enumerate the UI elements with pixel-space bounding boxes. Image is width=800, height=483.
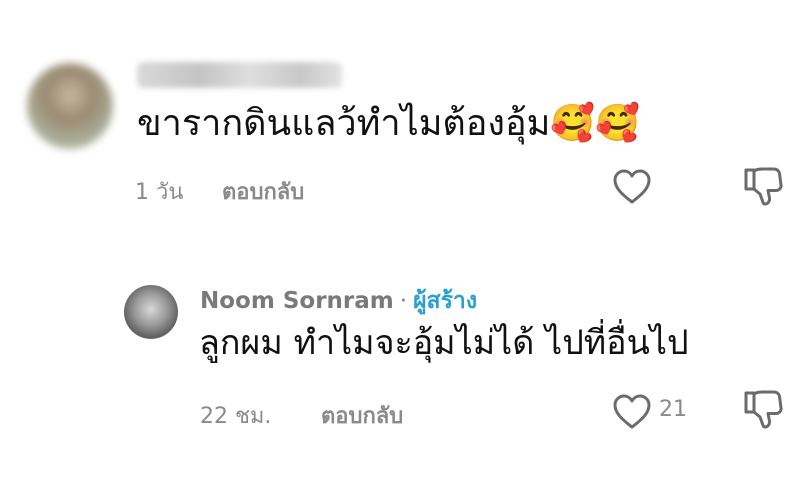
comment-timestamp: 22 ชม. <box>200 404 272 429</box>
author-name[interactable]: Noom Sornram <box>200 288 394 314</box>
comment-timestamp: 1 วัน <box>135 180 184 205</box>
comment-body: ขารากดินแลว้ทำไมต้องอุ้ม🥰🥰 <box>137 102 640 146</box>
thumbs-down-icon <box>744 167 783 206</box>
reply-button[interactable]: ตอบกลับ <box>321 398 403 433</box>
separator: · <box>399 288 408 314</box>
like-button[interactable] <box>612 168 652 206</box>
dislike-button[interactable] <box>743 165 783 207</box>
smiling-face-with-hearts-icon: 🥰🥰 <box>550 103 641 144</box>
reply-button[interactable]: ตอบกลับ <box>222 174 304 209</box>
avatar[interactable] <box>124 285 178 339</box>
creator-badge: ผู้สร้าง <box>413 288 478 314</box>
avatar[interactable] <box>27 63 113 149</box>
like-button[interactable] <box>612 393 652 431</box>
dislike-button[interactable] <box>743 388 783 430</box>
username-blurred <box>137 62 342 88</box>
like-count: 21 <box>659 397 687 422</box>
comment-text: ลูกผม ทำไมจะอุ้มไม่ได้ ไปที่อื่นไป <box>199 323 689 363</box>
thumbs-down-icon <box>744 390 783 429</box>
comment-item: Noom Sornram · ผู้สร้าง ลูกผม ทำไมจะอุ้มไม… <box>0 230 800 483</box>
comment-author-line: Noom Sornram · ผู้สร้าง <box>200 283 477 319</box>
comment-item: ขารากดินแลว้ทำไมต้องอุ้ม🥰🥰 1 วัน ตอบกลับ <box>0 0 800 230</box>
comment-text: ขารากดินแลว้ทำไมต้องอุ้ม <box>137 103 551 144</box>
heart-outline-icon <box>613 394 651 429</box>
heart-outline-icon <box>613 169 651 204</box>
